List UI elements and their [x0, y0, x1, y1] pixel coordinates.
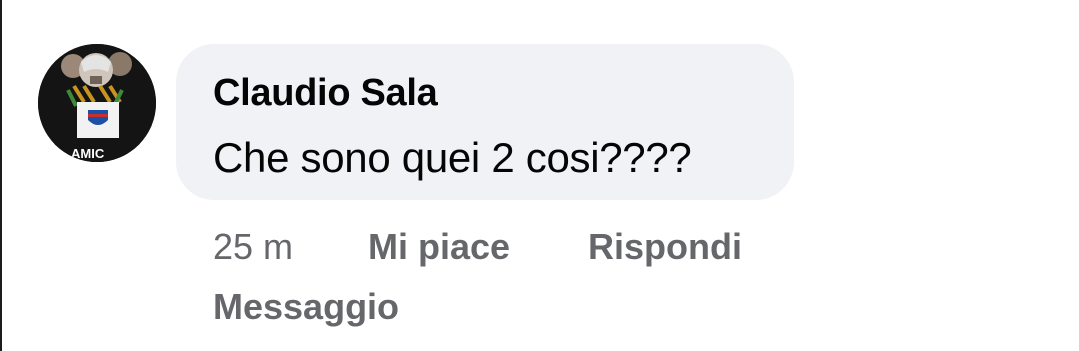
profile-picture-icon: AMIC — [38, 44, 156, 162]
comment-timestamp[interactable]: 25 m — [213, 226, 293, 268]
avatar[interactable]: AMIC — [38, 44, 156, 162]
avatar-caption: AMIC — [71, 146, 105, 161]
like-button[interactable]: Mi piace — [368, 226, 510, 268]
reply-button[interactable]: Rispondi — [588, 226, 742, 268]
comment-author[interactable]: Claudio Sala — [213, 72, 438, 115]
comment-text: Che sono quei 2 cosi???? — [213, 134, 692, 181]
comment-bubble: Claudio Sala Che sono quei 2 cosi???? — [176, 44, 794, 200]
message-button[interactable]: Messaggio — [213, 286, 399, 328]
left-edge-divider — [0, 0, 2, 351]
